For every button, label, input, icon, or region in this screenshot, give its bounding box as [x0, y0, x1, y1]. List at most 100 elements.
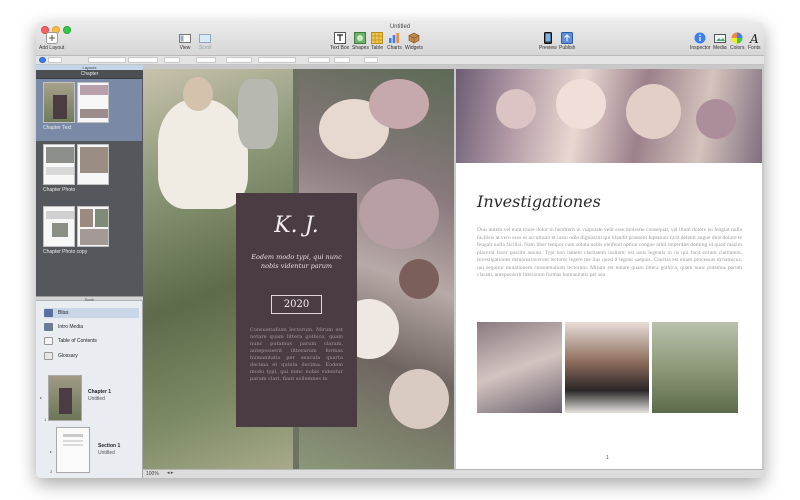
rose-shape — [626, 84, 681, 139]
overlay-body-text[interactable]: Consuetudium lectorum. Mirum est notare … — [250, 327, 343, 383]
book-icon — [44, 309, 53, 317]
preview-icon — [542, 32, 554, 44]
columns-field[interactable] — [334, 57, 350, 63]
flowers-header-photo[interactable] — [456, 69, 762, 163]
layout-item-chapter-photo-copy[interactable]: Chapter Photo copy — [36, 203, 142, 265]
overlay-tagline[interactable]: Eodem modo typi, qui nunc nobis videntur… — [246, 253, 347, 271]
widgets-icon — [408, 32, 420, 44]
layout-label: Chapter Photo — [43, 187, 76, 193]
book-item-intro-media[interactable]: Intro Media — [44, 322, 139, 332]
publish-label: Publish — [559, 45, 576, 51]
canvas-status-bar: 100% ◂ ▸ — [143, 469, 764, 478]
glossary-icon — [44, 352, 53, 360]
rose-shape — [496, 89, 536, 129]
section-title: Section 1 — [98, 443, 121, 449]
add-layout-button[interactable]: Add Layout — [39, 32, 64, 51]
book-item-label: Glossary — [58, 353, 78, 359]
shapes-label: Shapes — [352, 45, 369, 51]
chapter-item[interactable]: ▸ Chapter 1 Untitled 1 — [36, 373, 143, 425]
plus-icon — [45, 32, 58, 44]
scroll-icon — [199, 32, 212, 44]
font-family-select[interactable] — [88, 57, 126, 63]
colors-button[interactable]: Colors — [730, 32, 744, 51]
font-icon: A — [748, 32, 760, 46]
table-button[interactable]: Table — [371, 32, 383, 51]
rose-shape — [369, 79, 429, 129]
charts-icon — [388, 32, 400, 44]
gallery-photo-bride[interactable] — [652, 322, 738, 413]
layout-thumbnail — [77, 144, 109, 185]
chapter-thumbnail — [48, 375, 82, 421]
list-style-select[interactable] — [308, 57, 330, 63]
publish-icon — [561, 32, 574, 44]
right-page[interactable]: Investigationes Duis autem vel eum iriur… — [456, 69, 762, 469]
shoulder-shape — [183, 77, 213, 111]
media-icon — [713, 32, 726, 44]
charts-button[interactable]: Charts — [387, 32, 402, 51]
book-item-bliss[interactable]: Bliss — [44, 308, 139, 318]
layout-thumbnail — [77, 206, 109, 247]
book-header: Book — [36, 296, 143, 302]
layout-item-chapter-text[interactable]: Chapter Text — [36, 79, 142, 141]
toolbar: Untitled Add Layout View Scroll Text Box — [36, 22, 764, 56]
view-icon — [179, 32, 191, 44]
publish-button[interactable]: Publish — [559, 32, 575, 51]
groom-shape — [238, 79, 278, 149]
inspector-button[interactable]: Inspector — [690, 32, 711, 51]
alignment-buttons[interactable] — [226, 57, 252, 63]
page-heading[interactable]: Investigationes — [477, 192, 601, 211]
layout-thumbnail — [43, 144, 75, 185]
year-box[interactable]: 2020 — [271, 295, 322, 314]
book-item-table-of-contents[interactable]: Table of Contents — [44, 336, 139, 346]
table-icon — [371, 32, 383, 44]
layouts-panel: Chapter Chapter Text Chapter Photo Chapt… — [36, 70, 143, 296]
text-box-icon — [333, 32, 346, 44]
color-wheel-icon — [731, 32, 743, 44]
charts-label: Charts — [387, 45, 402, 51]
gallery-photo-flowers[interactable] — [477, 322, 562, 413]
font-size-field[interactable] — [164, 57, 180, 63]
rose-shape — [696, 99, 736, 139]
zoom-stepper-icon[interactable]: ◂ ▸ — [167, 470, 173, 476]
widgets-button[interactable]: Widgets — [405, 32, 423, 51]
view-button[interactable]: View — [179, 32, 191, 51]
info-icon — [694, 32, 706, 44]
scroll-button[interactable]: Scroll — [199, 32, 212, 51]
inspector-label: Inspector — [690, 45, 711, 51]
disclosure-triangle-icon[interactable]: ▸ — [50, 449, 52, 454]
layout-thumbnail — [43, 82, 75, 123]
fonts-button[interactable]: A Fonts — [748, 32, 761, 51]
sidebar: Layouts Chapter Chapter Text Chapter Pho… — [36, 65, 143, 478]
line-spacing-buttons[interactable] — [258, 57, 296, 63]
chapter-subtitle: Untitled — [88, 396, 105, 402]
body-text[interactable]: Duis autem vel eum iriure dolor in hendr… — [477, 227, 742, 280]
book-item-label: Bliss — [58, 310, 69, 316]
left-page[interactable]: K. J. Eodem modo typi, qui nunc nobis vi… — [143, 69, 454, 469]
style-menu-icon[interactable] — [39, 57, 46, 63]
book-item-label: Intro Media — [58, 324, 84, 330]
format-options-button[interactable] — [364, 57, 378, 63]
page-number: 1 — [606, 455, 609, 461]
title-overlay[interactable]: K. J. Eodem modo typi, qui nunc nobis vi… — [236, 193, 357, 427]
layout-item-chapter-photo[interactable]: Chapter Photo — [36, 141, 142, 203]
section-item[interactable]: ▸ Section 1 Untitled 2 — [36, 427, 143, 477]
text-box-button[interactable]: Text Box — [330, 32, 349, 51]
view-label: View — [179, 45, 191, 51]
paragraph-style-select[interactable] — [48, 57, 62, 63]
media-icon — [44, 323, 53, 331]
svg-text:A: A — [749, 32, 759, 44]
couple-initials[interactable]: K. J. — [236, 213, 357, 238]
book-item-glossary[interactable]: Glossary — [44, 351, 139, 361]
document-canvas: K. J. Eodem modo typi, qui nunc nobis vi… — [143, 65, 764, 478]
colors-label: Colors — [730, 45, 745, 51]
font-style-select[interactable] — [128, 57, 158, 63]
dress-shape — [158, 99, 248, 209]
text-emphasis-buttons[interactable] — [196, 57, 216, 63]
book-item-label: Table of Contents — [58, 338, 97, 344]
media-button[interactable]: Media — [713, 32, 727, 51]
disclosure-triangle-icon[interactable]: ▸ — [40, 395, 42, 400]
preview-button[interactable]: Preview — [539, 32, 557, 51]
shapes-button[interactable]: Shapes — [352, 32, 369, 51]
zoom-level[interactable]: 100% — [146, 471, 159, 477]
gallery-photo-couple[interactable] — [565, 322, 649, 413]
